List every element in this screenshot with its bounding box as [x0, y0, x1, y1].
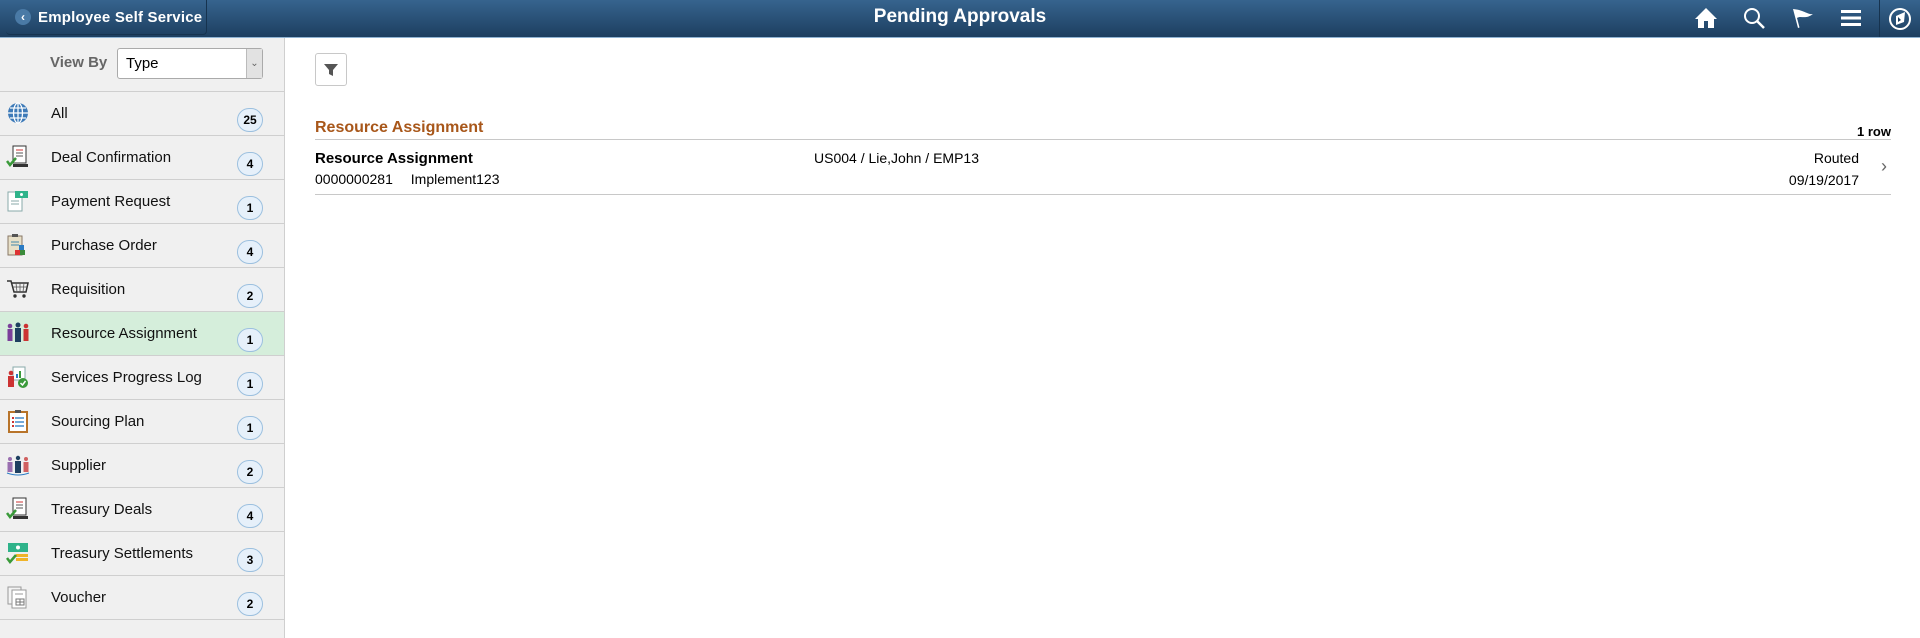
- sidebar-item-treasury-deals[interactable]: Treasury Deals 4: [0, 488, 284, 532]
- sidebar-item-purchase-order[interactable]: Purchase Order 4: [0, 224, 284, 268]
- page-title: Pending Approvals: [873, 6, 1047, 27]
- count-badge: 1: [237, 416, 263, 440]
- sidebar-item-label: Purchase Order: [51, 237, 157, 254]
- sidebar-item-label: All: [51, 105, 68, 122]
- row-detail: US004 / Lie,John / EMP13: [814, 150, 979, 166]
- chevron-left-icon: ‹: [15, 9, 31, 25]
- sidebar-item-label: Voucher: [51, 589, 107, 606]
- sidebar-item-services-progress-log[interactable]: Services Progress Log 1: [0, 356, 284, 400]
- count-badge: 2: [237, 460, 263, 484]
- row-count: 1 row: [1857, 124, 1891, 139]
- sidebar-item-label: Resource Assignment: [51, 325, 197, 342]
- sidebar-item-label: Supplier: [51, 457, 107, 474]
- view-by-select[interactable]: Type ⌄: [117, 48, 263, 79]
- supplier-icon: [6, 453, 30, 477]
- count-badge: 1: [237, 328, 263, 352]
- row-title: Resource Assignment: [315, 150, 473, 167]
- row-date: 09/19/2017: [1788, 172, 1859, 188]
- count-badge: 2: [237, 284, 263, 308]
- flag-icon[interactable]: [1783, 0, 1823, 36]
- sidebar-item-voucher[interactable]: Voucher 2: [0, 576, 284, 620]
- back-button[interactable]: ‹ Employee Self Service: [6, 0, 207, 35]
- progress-log-icon: [6, 365, 30, 389]
- sidebar-item-label: Payment Request: [51, 193, 171, 210]
- view-by-section: View By Type ⌄: [0, 38, 284, 92]
- sidebar-item-label: Deal Confirmation: [51, 149, 172, 166]
- people-icon: [6, 321, 30, 345]
- count-badge: 3: [237, 548, 263, 572]
- header-bar: ‹ Employee Self Service Pending Approval…: [0, 0, 1920, 38]
- count-badge: 4: [237, 240, 263, 264]
- payment-request-icon: [6, 189, 30, 213]
- navbar-compass-icon[interactable]: [1879, 0, 1920, 37]
- cart-icon: [6, 277, 30, 301]
- sidebar: View By Type ⌄ All 25 Deal Confirmation 4 Pa…: [0, 38, 285, 638]
- home-icon[interactable]: [1686, 0, 1726, 36]
- chevron-down-icon: ⌄: [246, 49, 262, 78]
- document-check-icon: [6, 497, 30, 521]
- count-badge: 4: [237, 504, 263, 528]
- clipboard-list-icon: [6, 409, 30, 433]
- globe-icon: [6, 101, 30, 125]
- back-label: Employee Self Service: [38, 8, 203, 26]
- sidebar-item-label: Sourcing Plan: [51, 413, 145, 430]
- document-check-icon: [6, 145, 30, 169]
- sidebar-item-label: Treasury Deals: [51, 501, 153, 518]
- row-status: Routed: [1813, 150, 1859, 166]
- count-badge: 4: [237, 152, 263, 176]
- row-id: 0000000281: [315, 171, 393, 187]
- sidebar-item-payment-request[interactable]: Payment Request 1: [0, 180, 284, 224]
- money-check-icon: [6, 541, 30, 565]
- sidebar-item-sourcing-plan[interactable]: Sourcing Plan 1: [0, 400, 284, 444]
- sidebar-item-supplier[interactable]: Supplier 2: [0, 444, 284, 488]
- sidebar-item-label: Requisition: [51, 281, 126, 298]
- approval-row[interactable]: Resource Assignment 0000000281 Implement…: [315, 140, 1891, 195]
- main-content: Resource Assignment 1 row Resource Assig…: [285, 38, 1920, 638]
- row-description: Implement123: [410, 171, 500, 187]
- filter-button[interactable]: [315, 53, 347, 86]
- sidebar-item-requisition[interactable]: Requisition 2: [0, 268, 284, 312]
- menu-icon[interactable]: [1831, 0, 1871, 36]
- sidebar-item-all[interactable]: All 25: [0, 92, 284, 136]
- clipboard-icon: [6, 233, 30, 257]
- count-badge: 1: [237, 372, 263, 396]
- sidebar-item-resource-assignment[interactable]: Resource Assignment 1: [0, 312, 284, 356]
- search-icon[interactable]: [1734, 0, 1774, 36]
- group-title: Resource Assignment: [315, 119, 484, 136]
- row-subtitle: 0000000281 Implement123: [315, 171, 513, 187]
- count-badge: 1: [237, 196, 263, 220]
- sidebar-item-list: All 25 Deal Confirmation 4 Payment Request 1 P…: [0, 92, 284, 620]
- sidebar-item-deal-confirmation[interactable]: Deal Confirmation 4: [0, 136, 284, 180]
- sidebar-item-label: Services Progress Log: [51, 369, 202, 386]
- view-by-value: Type: [126, 55, 159, 72]
- view-by-label: View By: [50, 54, 108, 71]
- sidebar-item-label: Treasury Settlements: [51, 545, 193, 562]
- count-badge: 2: [237, 592, 263, 616]
- sidebar-item-treasury-settlements[interactable]: Treasury Settlements 3: [0, 532, 284, 576]
- chevron-right-icon: ›: [1881, 156, 1887, 176]
- voucher-icon: [6, 585, 30, 609]
- count-badge: 25: [237, 108, 263, 132]
- filter-icon: [324, 63, 338, 76]
